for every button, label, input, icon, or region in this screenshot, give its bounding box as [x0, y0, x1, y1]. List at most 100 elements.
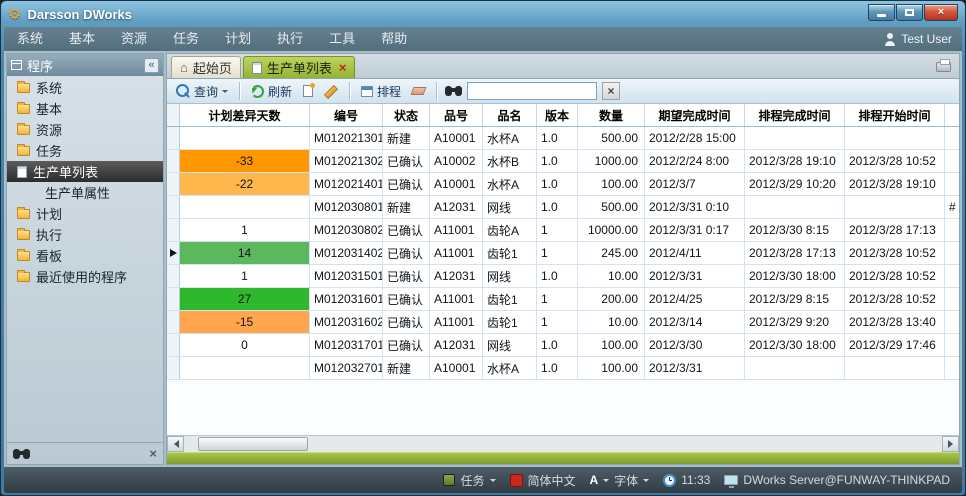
cell-qty[interactable]: 10.00	[578, 311, 645, 333]
cell-diff[interactable]: 14	[180, 242, 310, 264]
cell-pn[interactable]: A12031	[430, 265, 483, 287]
row-selector[interactable]	[167, 242, 180, 264]
cell-diff[interactable]	[180, 196, 310, 218]
cell-extra[interactable]	[945, 242, 959, 264]
cell-ver[interactable]: 1.0	[537, 150, 578, 172]
cell-qty[interactable]: 10.00	[578, 265, 645, 287]
cell-name[interactable]: 齿轮A	[483, 219, 537, 241]
cell-ver[interactable]: 1.0	[537, 265, 578, 287]
edit-button[interactable]	[321, 82, 341, 100]
cell-pn[interactable]: A11001	[430, 311, 483, 333]
cell-pn[interactable]: A11001	[430, 219, 483, 241]
cell-extra[interactable]	[945, 173, 959, 195]
title-bar[interactable]: ⚙ Darsson DWorks ×	[4, 1, 962, 27]
cell-pn[interactable]: A11001	[430, 242, 483, 264]
scroll-left-button[interactable]	[167, 436, 184, 452]
cell-diff[interactable]: -15	[180, 311, 310, 333]
cell-diff[interactable]: -33	[180, 150, 310, 172]
cell-expect[interactable]: 2012/2/28 15:00	[645, 127, 745, 149]
cell-end[interactable]: 2012/3/30 8:15	[745, 219, 845, 241]
cell-pn[interactable]: A12031	[430, 196, 483, 218]
menu-item-1[interactable]: 系统	[4, 27, 56, 51]
eraser-button[interactable]	[409, 85, 428, 97]
cell-ver[interactable]: 1	[537, 311, 578, 333]
cell-extra[interactable]	[945, 127, 959, 149]
cell-ver[interactable]: 1.0	[537, 334, 578, 356]
cell-extra[interactable]	[945, 334, 959, 356]
row-selector[interactable]	[167, 150, 180, 172]
cell-start[interactable]	[845, 357, 945, 379]
table-row-5[interactable]: 1M012030802已确认A11001齿轮A110000.002012/3/3…	[167, 219, 959, 242]
cell-name[interactable]: 齿轮1	[483, 288, 537, 310]
cell-qty[interactable]: 500.00	[578, 127, 645, 149]
cell-status[interactable]: 已确认	[383, 150, 430, 172]
table-row-8[interactable]: 27M012031601已确认A11001齿轮11200.002012/4/25…	[167, 288, 959, 311]
row-selector[interactable]	[167, 288, 180, 310]
cell-extra[interactable]	[945, 357, 959, 379]
menu-item-4[interactable]: 任务	[160, 27, 212, 51]
new-button[interactable]	[300, 83, 316, 99]
scroll-right-button[interactable]	[942, 436, 959, 452]
cell-ver[interactable]: 1	[537, 219, 578, 241]
menu-item-2[interactable]: 基本	[56, 27, 108, 51]
cell-qty[interactable]: 100.00	[578, 334, 645, 356]
cell-pn[interactable]: A10001	[430, 173, 483, 195]
table-row-11[interactable]: M012032701新建A10001水杯A1.0100.002012/3/31	[167, 357, 959, 380]
cell-ver[interactable]: 1.0	[537, 196, 578, 218]
statusbar-task[interactable]: 任务	[443, 472, 495, 489]
cell-qty[interactable]: 100.00	[578, 357, 645, 379]
schedule-button[interactable]: 排程	[358, 81, 404, 102]
cell-qty[interactable]: 500.00	[578, 196, 645, 218]
cell-start[interactable]: 2012/3/28 10:52	[845, 242, 945, 264]
cell-no[interactable]: M012021401	[310, 173, 383, 195]
cell-expect[interactable]: 2012/4/25	[645, 288, 745, 310]
menu-item-7[interactable]: 工具	[316, 27, 368, 51]
column-header-name[interactable]: 品名	[483, 104, 537, 126]
cell-no[interactable]: M012031501	[310, 265, 383, 287]
sidebar-item[interactable]: 执行	[7, 224, 163, 245]
cell-end[interactable]	[745, 357, 845, 379]
cell-name[interactable]: 水杯A	[483, 127, 537, 149]
cell-start[interactable]: 2012/3/28 19:10	[845, 173, 945, 195]
menu-item-6[interactable]: 执行	[264, 27, 316, 51]
cell-extra[interactable]	[945, 150, 959, 172]
cell-extra[interactable]	[945, 311, 959, 333]
row-selector[interactable]	[167, 127, 180, 149]
cell-start[interactable]: 2012/3/28 13:40	[845, 311, 945, 333]
cell-expect[interactable]: 2012/2/24 8:00	[645, 150, 745, 172]
row-selector[interactable]	[167, 173, 180, 195]
cell-status[interactable]: 新建	[383, 196, 430, 218]
cell-end[interactable]: 2012/3/29 8:15	[745, 288, 845, 310]
table-row-4[interactable]: M012030801新建A12031网线1.0500.002012/3/31 0…	[167, 196, 959, 219]
user-area[interactable]: Test User	[884, 32, 962, 46]
cell-start[interactable]	[845, 127, 945, 149]
cell-no[interactable]: M012032701	[310, 357, 383, 379]
column-header-diff[interactable]: 计划差异天数	[180, 104, 310, 126]
cell-end[interactable]	[745, 127, 845, 149]
column-header-no[interactable]: 编号	[310, 104, 383, 126]
cell-no[interactable]: M012031602	[310, 311, 383, 333]
toolbar-search-clear-button[interactable]: ×	[602, 82, 620, 100]
cell-no[interactable]: M012021302	[310, 150, 383, 172]
cell-name[interactable]: 齿轮1	[483, 311, 537, 333]
table-row-6[interactable]: 14M012031402已确认A11001齿轮11245.002012/4/11…	[167, 242, 959, 265]
cell-start[interactable]: 2012/3/28 10:52	[845, 265, 945, 287]
cell-status[interactable]: 已确认	[383, 219, 430, 241]
cell-diff[interactable]: -22	[180, 173, 310, 195]
query-button[interactable]: 查询	[173, 81, 231, 102]
close-button[interactable]: ×	[924, 4, 958, 21]
cell-end[interactable]: 2012/3/29 10:20	[745, 173, 845, 195]
cell-extra[interactable]	[945, 288, 959, 310]
cell-qty[interactable]: 10000.00	[578, 219, 645, 241]
row-selector[interactable]	[167, 334, 180, 356]
cell-start[interactable]: 2012/3/28 10:52	[845, 150, 945, 172]
cell-pn[interactable]: A11001	[430, 288, 483, 310]
cell-name[interactable]: 网线	[483, 265, 537, 287]
cell-expect[interactable]: 2012/3/31	[645, 357, 745, 379]
table-row-3[interactable]: -22M012021401已确认A10001水杯A1.0100.002012/3…	[167, 173, 959, 196]
cell-no[interactable]: M012030801	[310, 196, 383, 218]
table-row-1[interactable]: M012021301新建A10001水杯A1.0500.002012/2/28 …	[167, 127, 959, 150]
cell-no[interactable]: M012030802	[310, 219, 383, 241]
cell-expect[interactable]: 2012/3/14	[645, 311, 745, 333]
cell-expect[interactable]: 2012/4/11	[645, 242, 745, 264]
